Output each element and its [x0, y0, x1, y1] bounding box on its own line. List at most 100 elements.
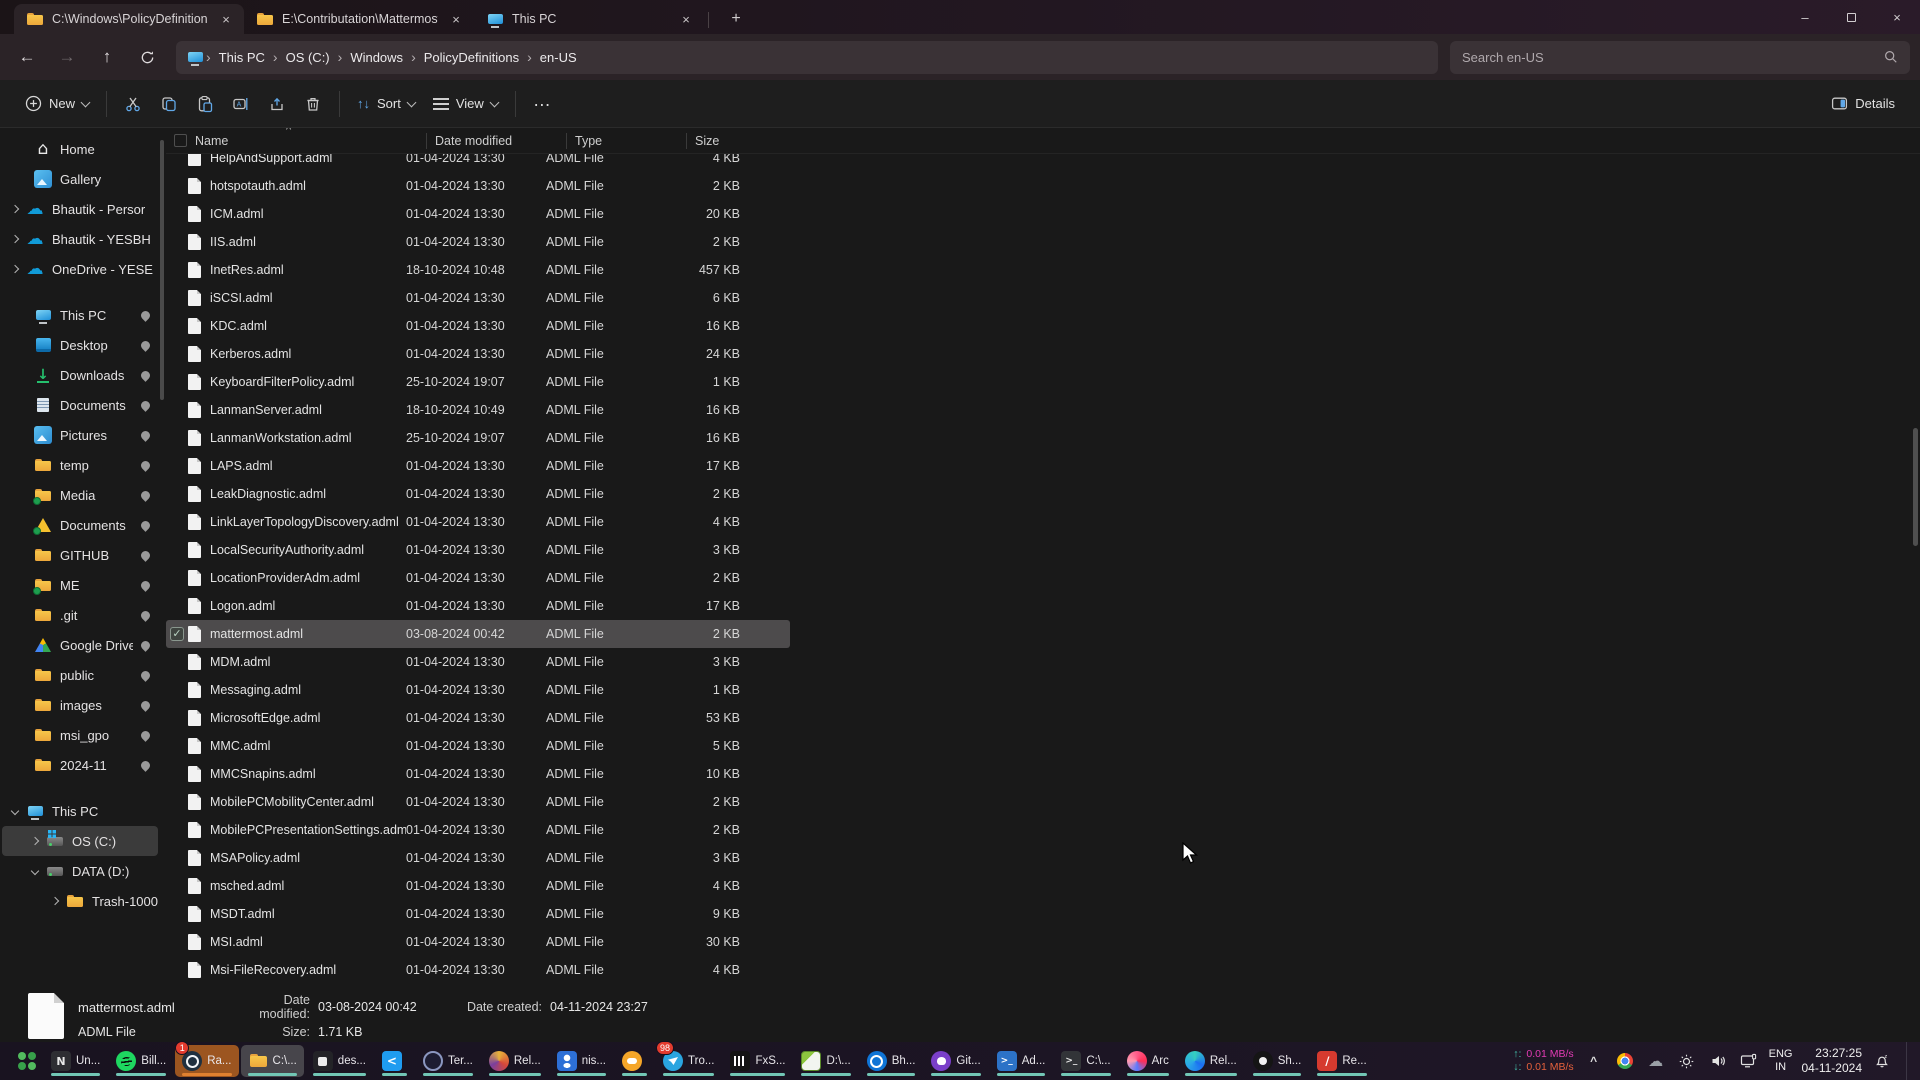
column-header-date[interactable]: Date modified [426, 133, 566, 149]
taskbar-app[interactable]: C:\... [1054, 1045, 1117, 1077]
delete-button[interactable] [295, 87, 331, 121]
select-all-checkbox[interactable] [174, 134, 187, 147]
taskbar-app[interactable]: 1 Ra... [175, 1045, 238, 1077]
cut-button[interactable] [115, 87, 151, 121]
breadcrumb-item[interactable]: Windows [344, 50, 409, 65]
file-row[interactable]: MSI.adml 01-04-2024 13:30 ADML File 30 K… [166, 928, 790, 956]
sidebar-item[interactable]: Gallery [2, 164, 158, 194]
file-row[interactable]: InetRes.adml 18-10-2024 10:48 ADML File … [166, 256, 790, 284]
more-options-button[interactable]: … [524, 87, 561, 121]
file-row[interactable]: KDC.adml 01-04-2024 13:30 ADML File 16 K… [166, 312, 790, 340]
chevron-right-icon[interactable] [31, 837, 39, 845]
volume-icon[interactable] [1707, 1049, 1729, 1073]
address-bar[interactable]: › This PC › OS (C:) › Windows › PolicyDe… [176, 41, 1438, 74]
details-pane-button[interactable]: Details [1822, 87, 1904, 121]
file-row[interactable]: LanmanWorkstation.adml 25-10-2024 19:07 … [166, 424, 790, 452]
taskbar-app[interactable]: Re... [1310, 1045, 1373, 1077]
cast-display-icon[interactable] [1738, 1049, 1760, 1073]
file-row[interactable]: MicrosoftEdge.adml 01-04-2024 13:30 ADML… [166, 704, 790, 732]
back-button[interactable]: ← [10, 41, 44, 73]
explorer-tab[interactable]: C:\Windows\PolicyDefinitions\ × [14, 4, 244, 34]
taskbar-app[interactable]: 98 Tro... [656, 1045, 721, 1077]
taskbar-app[interactable]: Un... [44, 1045, 107, 1077]
clock[interactable]: 23:27:25 04-11-2024 [1802, 1046, 1863, 1076]
sidebar-item[interactable]: Home [2, 134, 158, 164]
taskbar-app[interactable]: Bh... [860, 1045, 923, 1077]
paste-button[interactable] [187, 87, 223, 121]
taskbar-app[interactable]: Rel... [1178, 1045, 1244, 1077]
sidebar-tree-item[interactable]: DATA (D:) [2, 856, 158, 886]
taskbar-app[interactable]: Rel... [482, 1045, 548, 1077]
taskbar-app[interactable]: Ter... [416, 1045, 480, 1077]
refresh-button[interactable] [130, 41, 164, 73]
sidebar-tree-item[interactable]: Trash-1000 [2, 886, 158, 916]
close-tab-icon[interactable]: × [216, 9, 236, 29]
sidebar-account-item[interactable]: Bhautik - YESBH [2, 224, 158, 254]
explorer-tab[interactable]: E:\Contributation\Mattermost\ × [244, 4, 474, 34]
file-row[interactable]: KeyboardFilterPolicy.adml 25-10-2024 19:… [166, 368, 790, 396]
file-row[interactable]: MDM.adml 01-04-2024 13:30 ADML File 3 KB [166, 648, 790, 676]
search-box[interactable] [1450, 41, 1910, 74]
sidebar-pinned-item[interactable]: msi_gpo [2, 720, 158, 750]
chrome-tray-icon[interactable] [1614, 1049, 1636, 1073]
sidebar-pinned-item[interactable]: Documents [2, 390, 158, 420]
tray-overflow-chevron[interactable]: ^ [1583, 1049, 1605, 1073]
sidebar-account-item[interactable]: OneDrive - YESE [2, 254, 158, 284]
breadcrumb-item[interactable]: PolicyDefinitions [418, 50, 525, 65]
sidebar-pinned-item[interactable]: This PC [2, 300, 158, 330]
sidebar-scrollbar[interactable] [160, 140, 164, 400]
search-input[interactable] [1462, 50, 1884, 65]
file-row[interactable]: MobilePCPresentationSettings.adml 01-04-… [166, 816, 790, 844]
close-tab-icon[interactable]: × [676, 9, 696, 29]
taskbar-app[interactable]: FxS... [723, 1045, 792, 1077]
maximize-button[interactable] [1828, 0, 1874, 34]
file-row[interactable]: MobilePCMobilityCenter.adml 01-04-2024 1… [166, 788, 790, 816]
language-indicator[interactable]: ENGIN [1769, 1048, 1793, 1074]
taskbar-app[interactable]: nis... [550, 1045, 613, 1077]
file-row[interactable]: LAPS.adml 01-04-2024 13:30 ADML File 17 … [166, 452, 790, 480]
taskbar-app[interactable]: Sh... [1246, 1045, 1309, 1077]
minimize-button[interactable]: – [1782, 0, 1828, 34]
sidebar-account-item[interactable]: Bhautik - Persor [2, 194, 158, 224]
view-button[interactable]: View [424, 87, 507, 121]
sidebar-pinned-item[interactable]: Google Drive [2, 630, 158, 660]
breadcrumb-item[interactable]: OS (C:) [280, 50, 336, 65]
copy-button[interactable] [151, 87, 187, 121]
taskbar-app[interactable]: Git... [924, 1045, 987, 1077]
chevron-right-icon[interactable] [11, 205, 19, 213]
sidebar-pinned-item[interactable]: Desktop [2, 330, 158, 360]
sidebar-tree-item[interactable]: OS (C:) [2, 826, 158, 856]
sort-button[interactable]: ↑↓ Sort [348, 87, 424, 121]
file-row[interactable]: Logon.adml 01-04-2024 13:30 ADML File 17… [166, 592, 790, 620]
file-row[interactable]: MSDT.adml 01-04-2024 13:30 ADML File 9 K… [166, 900, 790, 928]
file-row[interactable]: MMCSnapins.adml 01-04-2024 13:30 ADML Fi… [166, 760, 790, 788]
file-row[interactable]: LinkLayerTopologyDiscovery.adml 01-04-20… [166, 508, 790, 536]
sidebar-pinned-item[interactable]: Documents [2, 510, 158, 540]
file-row[interactable]: IIS.adml 01-04-2024 13:30 ADML File 2 KB [166, 228, 790, 256]
file-row[interactable]: Msi-FileRecovery.adml 01-04-2024 13:30 A… [166, 956, 790, 984]
sidebar-pinned-item[interactable]: 2024-11 [2, 750, 158, 780]
share-button[interactable] [259, 87, 295, 121]
file-row[interactable]: Kerberos.adml 01-04-2024 13:30 ADML File… [166, 340, 790, 368]
taskbar-app[interactable]: Bill... [109, 1045, 173, 1077]
taskbar-app[interactable]: D:\... [794, 1045, 857, 1077]
taskbar-app[interactable]: Arc [1120, 1045, 1176, 1077]
sidebar-pinned-item[interactable]: .git [2, 600, 158, 630]
up-button[interactable]: ↑ [90, 41, 124, 73]
explorer-tab[interactable]: This PC × [474, 4, 704, 34]
rename-button[interactable]: A [223, 87, 259, 121]
column-header-type[interactable]: Type [566, 133, 686, 149]
new-tab-button[interactable]: + [723, 6, 749, 32]
forward-button[interactable]: → [50, 41, 84, 73]
sidebar-tree-item[interactable]: This PC [2, 796, 158, 826]
network-speed-widget[interactable]: ↑:0.01 MB/s ↓:0.01 MB/s [1513, 1048, 1573, 1074]
file-row[interactable]: ICM.adml 01-04-2024 13:30 ADML File 20 K… [166, 200, 790, 228]
column-header-name[interactable]: Name [195, 133, 426, 149]
file-row[interactable]: iSCSI.adml 01-04-2024 13:30 ADML File 6 … [166, 284, 790, 312]
sidebar-pinned-item[interactable]: public [2, 660, 158, 690]
sidebar-pinned-item[interactable]: Downloads [2, 360, 158, 390]
taskbar-app[interactable] [375, 1045, 414, 1077]
chevron-right-icon[interactable] [51, 897, 59, 905]
sidebar-pinned-item[interactable]: images [2, 690, 158, 720]
sidebar-pinned-item[interactable]: GITHUB [2, 540, 158, 570]
